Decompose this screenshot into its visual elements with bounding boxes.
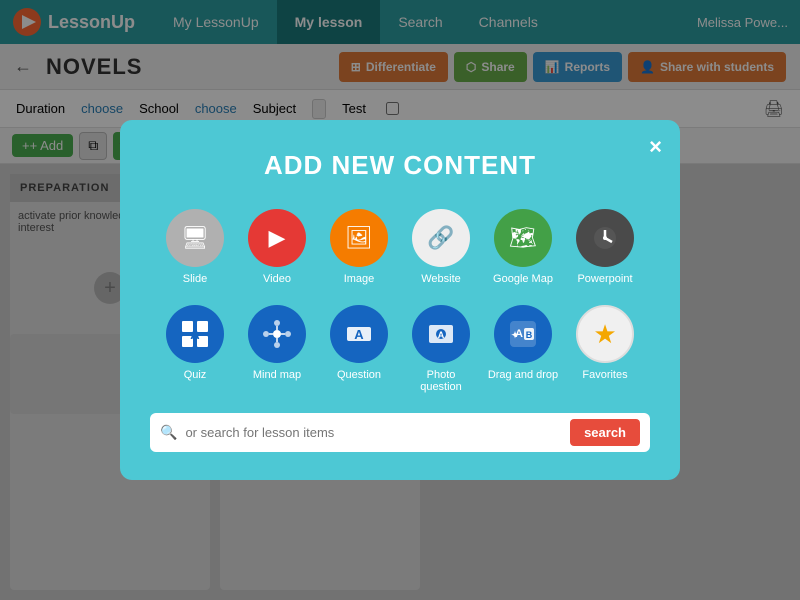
content-grid-row1: 🖥 Slide ▶ Video 🖼 Image 🔗 Webs [150, 209, 650, 285]
modal-overlay: × ADD NEW CONTENT 🖥 Slide ▶ Video 🖼 Imag [0, 0, 800, 600]
content-type-googlemap[interactable]: 🗺 Google Map [487, 209, 559, 285]
content-type-website[interactable]: 🔗 Website [405, 209, 477, 285]
modal-title: ADD NEW CONTENT [150, 150, 650, 181]
favorites-icon: ★ [576, 305, 634, 363]
content-type-image[interactable]: 🖼 Image [323, 209, 395, 285]
content-grid-row2: A Quiz Mind map A Question A Pho [150, 305, 650, 393]
photoquestion-label: Photo question [405, 369, 477, 393]
svg-text:A: A [190, 327, 200, 342]
image-icon: 🖼 [330, 209, 388, 267]
mindmap-icon [248, 305, 306, 363]
slide-icon: 🖥 [166, 209, 224, 267]
powerpoint-icon [576, 209, 634, 267]
question-icon: A [330, 305, 388, 363]
draganddrop-icon: AB✦ [494, 305, 552, 363]
search-input[interactable] [185, 425, 562, 440]
content-type-photoquestion[interactable]: A Photo question [405, 305, 477, 393]
add-content-modal: × ADD NEW CONTENT 🖥 Slide ▶ Video 🖼 Imag [120, 120, 680, 480]
content-type-favorites[interactable]: ★ Favorites [569, 305, 641, 393]
website-label: Website [421, 273, 461, 285]
googlemap-label: Google Map [493, 273, 553, 285]
slide-label: Slide [183, 273, 207, 285]
content-type-draganddrop[interactable]: AB✦ Drag and drop [487, 305, 559, 393]
svg-text:A: A [438, 330, 445, 340]
video-icon: ▶ [248, 209, 306, 267]
modal-close-button[interactable]: × [649, 134, 662, 160]
content-type-quiz[interactable]: A Quiz [159, 305, 231, 393]
question-label: Question [337, 369, 381, 381]
search-button[interactable]: search [570, 419, 640, 446]
website-icon: 🔗 [412, 209, 470, 267]
draganddrop-label: Drag and drop [488, 369, 558, 381]
quiz-label: Quiz [184, 369, 207, 381]
svg-text:✦: ✦ [511, 330, 519, 340]
video-label: Video [263, 273, 291, 285]
modal-search-bar: 🔍 search [150, 413, 650, 452]
quiz-icon: A [166, 305, 224, 363]
favorites-label: Favorites [582, 369, 627, 381]
googlemap-icon: 🗺 [494, 209, 552, 267]
content-type-powerpoint[interactable]: Powerpoint [569, 209, 641, 285]
content-type-video[interactable]: ▶ Video [241, 209, 313, 285]
search-icon: 🔍 [160, 424, 177, 441]
svg-text:B: B [526, 330, 533, 340]
svg-text:A: A [354, 327, 364, 342]
content-type-mindmap[interactable]: Mind map [241, 305, 313, 393]
photoquestion-icon: A [412, 305, 470, 363]
powerpoint-label: Powerpoint [577, 273, 632, 285]
image-label: Image [344, 273, 375, 285]
content-type-question[interactable]: A Question [323, 305, 395, 393]
content-type-slide[interactable]: 🖥 Slide [159, 209, 231, 285]
mindmap-label: Mind map [253, 369, 301, 381]
